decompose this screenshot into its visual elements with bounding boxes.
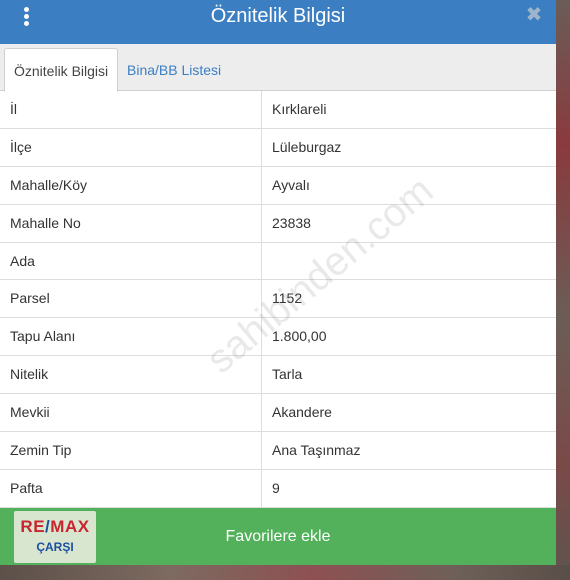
- table-row: Zemin Tip Ana Taşınmaz: [0, 432, 556, 470]
- table-row: Nitelik Tarla: [0, 356, 556, 395]
- attribute-info-panel: Öznitelik Bilgisi ✖ Öznitelik Bilgisi Bi…: [0, 0, 556, 565]
- map-edge-bottom: [0, 565, 570, 580]
- attribute-key: Parsel: [0, 280, 262, 318]
- attribute-value: 1152: [272, 290, 303, 307]
- tab-bar: Öznitelik Bilgisi Bina/BB Listesi: [0, 44, 556, 92]
- attribute-value: 23838: [272, 214, 311, 231]
- table-row: Parsel 1152: [0, 280, 556, 319]
- close-icon[interactable]: ✖: [523, 3, 545, 27]
- attribute-key: İlçe: [0, 128, 262, 166]
- attribute-key: Pafta: [0, 469, 262, 507]
- panel-header: Öznitelik Bilgisi ✖: [0, 0, 556, 44]
- remax-logo: RE/MAX ÇARŞI: [14, 511, 96, 563]
- attribute-value: Akandere: [272, 404, 332, 421]
- attribute-key: Zemin Tip: [0, 432, 262, 469]
- attribute-value: 1.800,00: [272, 328, 327, 345]
- table-row: Mevkii Akandere: [0, 394, 556, 433]
- attribute-key: Ada: [0, 242, 262, 280]
- attribute-key: İl: [0, 91, 262, 128]
- attribute-value: Lüleburgaz: [272, 138, 342, 155]
- tab-attribute-info[interactable]: Öznitelik Bilgisi: [4, 48, 119, 92]
- attribute-key: Nitelik: [0, 356, 262, 394]
- panel-title: Öznitelik Bilgisi: [210, 5, 346, 27]
- map-edge-right: [556, 0, 570, 580]
- attribute-key: Mahalle/Köy: [0, 166, 262, 204]
- attribute-value: Ayvalı: [272, 176, 310, 193]
- table-row: Mahalle No 23838: [0, 204, 556, 243]
- table-row: İlçe Lüleburgaz: [0, 128, 556, 167]
- table-row: Ada: [0, 242, 556, 281]
- logo-brand: RE/MAX: [20, 517, 90, 536]
- table-row: Pafta 9: [0, 469, 556, 508]
- table-row: Mahalle/Köy Ayvalı: [0, 166, 556, 205]
- attribute-value: Tarla: [272, 366, 303, 383]
- attribute-value: Kırklareli: [272, 101, 327, 117]
- attribute-key: Tapu Alanı: [0, 318, 262, 356]
- attribute-key: Mevkii: [0, 394, 262, 432]
- attribute-value: Ana Taşınmaz: [272, 442, 361, 459]
- attribute-value: 9: [272, 479, 280, 496]
- logo-branch: ÇARŞI: [36, 540, 74, 554]
- attribute-table: İl Kırklareli İlçe Lüleburgaz Mahalle/Kö…: [0, 91, 556, 508]
- table-row: Tapu Alanı 1.800,00: [0, 318, 556, 357]
- table-row: İl Kırklareli: [0, 91, 556, 129]
- tab-building-list[interactable]: Bina/BB Listesi: [118, 48, 230, 92]
- attribute-key: Mahalle No: [0, 204, 262, 242]
